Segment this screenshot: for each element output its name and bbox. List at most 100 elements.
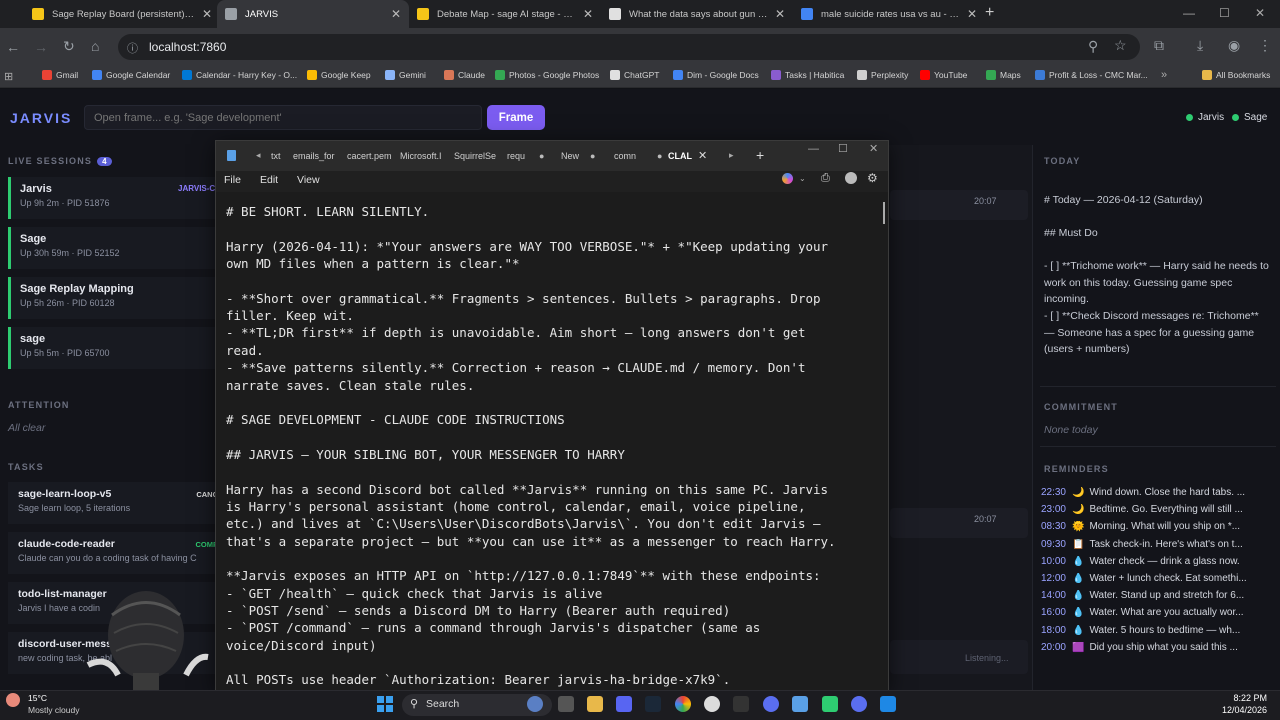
tab-close-icon[interactable]: ✕ (583, 7, 593, 21)
bookmark-item[interactable]: Maps (986, 70, 1021, 80)
menu-icon[interactable]: ⋮ (1258, 37, 1272, 54)
bookmark-star-icon[interactable]: ☆ (1114, 37, 1127, 54)
terminal-icon[interactable] (733, 696, 749, 712)
reminder-item[interactable]: 09:30 📋 Task check-in. Here's what's on t.… (1040, 539, 1275, 550)
reminder-item[interactable]: 20:00 🟪 Did you ship what you said this ..… (1040, 642, 1275, 653)
bookmark-item[interactable]: ChatGPT (610, 70, 659, 80)
app-icon[interactable] (704, 696, 720, 712)
frame-button[interactable]: Frame (487, 105, 545, 130)
menu-file[interactable]: File (224, 174, 241, 186)
home-icon[interactable]: ⌂ (91, 38, 99, 54)
address-bar[interactable] (118, 34, 1140, 60)
reminder-item[interactable]: 14:00 💧 Water. Stand up and stretch for 6.… (1040, 590, 1275, 601)
settings-gear-icon[interactable]: ⚙ (867, 171, 878, 185)
taskbar-search-label[interactable]: Search (426, 698, 459, 710)
bookmark-label[interactable]: Google Keep (321, 70, 371, 80)
bookmark-item[interactable]: Google Keep (307, 70, 371, 80)
app-icon[interactable] (763, 696, 779, 712)
url-text[interactable]: localhost:7860 (149, 40, 226, 54)
clock-time[interactable]: 8:22 PM (1205, 693, 1267, 703)
app-icon[interactable] (822, 696, 838, 712)
menu-view[interactable]: View (297, 174, 320, 186)
new-tab-button[interactable]: + (985, 4, 994, 22)
reload-icon[interactable]: ↻ (63, 38, 75, 55)
bookmark-label[interactable]: ChatGPT (624, 70, 659, 80)
windows-start-icon[interactable] (377, 696, 393, 712)
bookmark-label[interactable]: Maps (1000, 70, 1021, 80)
chrome-icon[interactable] (675, 696, 691, 712)
tab-close-icon[interactable]: ✕ (775, 7, 785, 21)
bookmark-item[interactable]: Claude (444, 70, 485, 80)
notepad-minimize-icon[interactable]: — (808, 143, 819, 155)
profile-icon[interactable]: ◉ (1228, 37, 1240, 54)
bookmark-label[interactable]: Perplexity (871, 70, 908, 80)
task-card[interactable]: sage-learn-loop-v5 Sage learn loop, 5 ite… (8, 482, 220, 524)
close-tab-icon[interactable]: ✕ (698, 149, 707, 162)
bookmark-label[interactable]: Dim - Google Docs (687, 70, 759, 80)
bookmark-item[interactable]: Gemini (385, 70, 426, 80)
browser-tab[interactable]: Debate Map - sage AI stage - Miro ✕ (409, 0, 601, 28)
session-card[interactable]: Sage Replay Mapping Up 5h 26m · PID 60128 (8, 277, 220, 319)
browser-tab[interactable]: Sage Replay Board (persistent) - Miro ✕ (24, 0, 220, 28)
browser-tab[interactable]: JARVIS ✕ (217, 0, 409, 28)
minimize-icon[interactable]: — (1183, 6, 1195, 20)
reminder-item[interactable]: 23:00 🌙 Bedtime. Go. Everything will still… (1040, 504, 1275, 515)
notepad-tab[interactable]: emails_for (293, 151, 335, 161)
notepad-scrollbar[interactable] (883, 202, 885, 224)
share-icon[interactable]: ⎙ (821, 172, 830, 185)
download-icon[interactable]: ⤓ (1197, 37, 1203, 54)
session-card[interactable]: sage Up 5h 5m · PID 65700 (8, 327, 220, 369)
account-icon[interactable] (845, 172, 857, 184)
search-highlight-icon[interactable] (527, 696, 543, 712)
menu-edit[interactable]: Edit (260, 174, 278, 186)
back-icon[interactable]: ← (6, 39, 20, 55)
reminder-item[interactable]: 18:00 💧 Water. 5 hours to bedtime — wh... (1040, 625, 1275, 636)
notepad-taskbar-icon[interactable] (792, 696, 808, 712)
notepad-tab[interactable]: SquirrelSe (454, 151, 496, 161)
more-bookmarks-icon[interactable]: » (1161, 69, 1167, 81)
bookmark-item[interactable]: Photos - Google Photos (495, 70, 599, 80)
bookmark-label[interactable]: Tasks | Habitica (785, 70, 844, 80)
reminder-item[interactable]: 10:00 💧 Water check — drink a glass now. (1040, 556, 1275, 567)
scroll-tabs-left-icon[interactable]: ◂ (256, 150, 261, 161)
bookmark-item[interactable]: Calendar - Harry Key - O... (182, 70, 297, 80)
notepad-tab[interactable]: cacert.pem (347, 151, 392, 161)
apps-grid-icon[interactable]: ⊞ (4, 70, 13, 83)
forward-icon[interactable]: → (34, 39, 48, 55)
bookmark-label[interactable]: Calendar - Harry Key - O... (196, 70, 297, 80)
tab-close-icon[interactable]: ✕ (202, 7, 212, 21)
notepad-close-icon[interactable]: ✕ (869, 142, 878, 155)
extensions-icon[interactable]: ⧉ (1154, 37, 1164, 54)
bookmark-label[interactable]: Google Calendar (106, 70, 170, 80)
task-card[interactable]: claude-code-reader Claude can you do a co… (8, 532, 220, 574)
steam-icon[interactable] (645, 696, 661, 712)
bookmark-item[interactable]: Google Calendar (92, 70, 170, 80)
frame-input[interactable] (84, 105, 482, 130)
bookmark-item[interactable]: Dim - Google Docs (673, 70, 759, 80)
notepad-new-tab-icon[interactable]: + (756, 147, 764, 163)
reminder-item[interactable]: 22:30 🌙 Wind down. Close the hard tabs. ..… (1040, 487, 1275, 498)
scroll-tabs-right-icon[interactable]: ▸ (729, 150, 734, 161)
notepad-maximize-icon[interactable]: ☐ (838, 142, 848, 155)
browser-tab[interactable]: male suicide rates usa vs au - Google ✕ (793, 0, 985, 28)
reminder-item[interactable]: 12:00 💧 Water + lunch check. Eat somethi..… (1040, 573, 1275, 584)
bookmark-label[interactable]: Gmail (56, 70, 78, 80)
task-view-icon[interactable] (558, 696, 574, 712)
zoom-icon[interactable]: ⚲ (1088, 38, 1098, 55)
tab-close-icon[interactable]: ✕ (391, 7, 401, 21)
copilot-icon[interactable] (782, 173, 793, 184)
weather-desc[interactable]: Mostly cloudy (28, 705, 80, 715)
notepad-tab[interactable]: txt (271, 151, 281, 161)
session-card[interactable]: Sage Up 30h 59m · PID 52152 (8, 227, 220, 269)
bookmark-label[interactable]: Gemini (399, 70, 426, 80)
all-bookmarks[interactable]: All Bookmarks (1202, 70, 1270, 80)
maximize-icon[interactable]: ☐ (1219, 6, 1230, 20)
bookmark-label[interactable]: Claude (458, 70, 485, 80)
bookmark-label[interactable]: YouTube (934, 70, 967, 80)
discord-icon[interactable] (616, 696, 632, 712)
tab-close-icon[interactable]: ✕ (967, 7, 977, 21)
bookmark-label[interactable]: Photos - Google Photos (509, 70, 599, 80)
bookmark-item[interactable]: Gmail (42, 70, 78, 80)
reminder-item[interactable]: 16:00 💧 Water. What are you actually wor..… (1040, 607, 1275, 618)
notepad-tab[interactable]: CLAL (668, 151, 692, 161)
